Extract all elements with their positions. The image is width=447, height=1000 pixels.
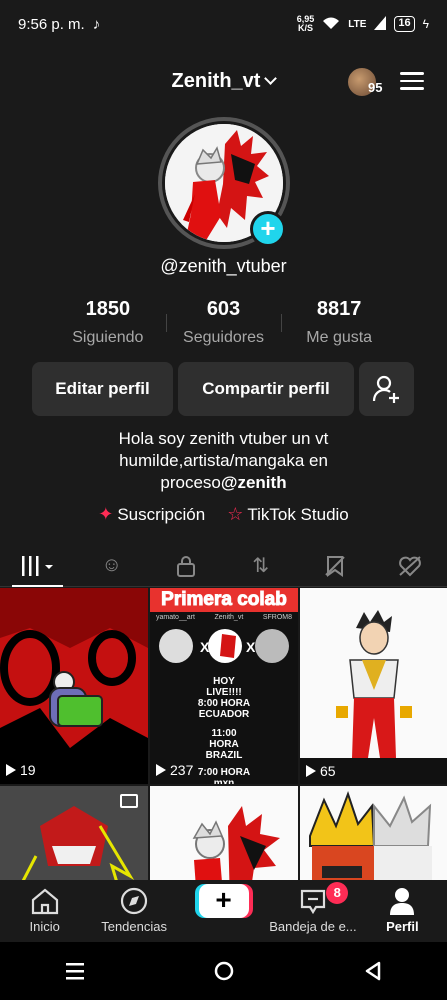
stat-value: 8817 [316,298,362,320]
video-thumbnail[interactable] [300,786,447,880]
profile-stats: 1850 Siguiendo 603 Seguidores 8817 Me gu… [50,298,397,347]
content-tabs: ☺ ⇅ [0,545,447,587]
collab-name: SFROM8 [262,614,292,621]
view-count: 237 [156,762,193,778]
tab-saved[interactable] [298,545,373,586]
tab-videos[interactable] [0,545,75,587]
nav-label: Inicio [29,919,60,934]
status-bar: 9:56 p. m. ♪ 6,95 K/S LTE 16 ϟ [0,0,447,48]
story-count: 95 [368,80,383,95]
stat-label: Seguidores [183,329,264,346]
edit-profile-button[interactable]: Editar perfil [32,362,173,416]
photo-icon [120,794,138,808]
stat-label: Me gusta [306,329,373,346]
video-grid: 19 Primera colab yamato__art Zenith_vt S… [0,588,447,880]
stat-followers[interactable]: 603 Seguidores [165,298,282,347]
nav-inbox[interactable]: 8 Bandeja de e... [268,880,357,942]
nav-label: Perfil [386,919,419,934]
compass-icon [121,887,148,915]
profile-bio: Hola soy zenith vtuber un vt humilde,art… [60,428,387,494]
stat-label: Siguiendo [72,329,144,346]
tiktok-studio-link[interactable]: ☆ TikTok Studio [227,504,349,525]
stat-value: 603 [206,298,241,320]
heart-icon [398,555,421,576]
network-speed: 6,95 K/S [296,14,315,33]
add-user-icon [372,375,399,403]
bio-mention-link[interactable]: @zenith [221,473,287,492]
video-thumbnail[interactable]: Primera colab yamato__art Zenith_vt SFRO… [150,588,298,784]
home-icon [31,888,58,915]
home-button-icon[interactable] [213,960,235,982]
video-title: Primera colab [150,588,298,612]
recents-icon[interactable] [64,961,86,981]
person-icon [390,888,415,915]
bio-line: humilde,artista/mangaka en [119,451,328,470]
tab-private[interactable] [149,545,224,586]
add-friend-button[interactable] [359,362,414,416]
stat-value: 1850 [85,298,131,320]
chevron-down-icon [264,72,278,85]
play-icon [6,764,16,776]
stat-following[interactable]: 1850 Siguiendo [50,298,166,347]
charging-icon: ϟ [422,17,429,31]
create-button[interactable]: + [198,884,249,918]
collab-name: Zenith_vt [214,614,244,621]
clock: 9:56 p. m. [18,15,85,33]
view-count: 65 [300,758,447,784]
username-label: Zenith_vt [171,70,261,92]
lte-indicator: LTE [348,18,367,30]
nav-home[interactable]: Inicio [0,880,89,942]
video-thumbnail[interactable] [150,786,298,880]
share-profile-button[interactable]: Compartir perfil [178,362,354,416]
play-icon [156,764,166,776]
nav-discover[interactable]: Tendencias [89,880,178,942]
nav-create[interactable]: + [179,880,268,942]
lock-icon [177,555,196,577]
profile-handle: @zenith_vtuber [160,256,287,276]
back-icon[interactable] [363,960,383,982]
profile-header: Zenith_vt 95 [0,60,447,104]
nav-profile[interactable]: Perfil [358,880,447,942]
bio-line: Hola soy zenith vtuber un vt [118,429,329,448]
wifi-icon [322,16,340,33]
stat-likes[interactable]: 8817 Me gusta [281,298,397,347]
tab-liked[interactable] [373,545,447,586]
bottom-navigation: Inicio Tendencias + 8 Bandeja de e... Pe… [0,880,447,942]
svg-text:X: X [246,639,256,655]
tab-reposts[interactable]: ⇅ [224,545,299,586]
battery-indicator: 16 [394,16,415,32]
nav-label: Bandeja de e... [269,919,357,934]
photo-thumbnail[interactable] [0,786,148,880]
video-thumbnail[interactable]: 19 [0,588,148,784]
tiktok-notification-icon: ♪ [92,15,101,33]
view-count: 19 [6,762,36,778]
sticker-icon: ☺ [101,554,122,576]
bookmark-icon [325,555,345,577]
inbox-icon [300,889,326,915]
nav-label: Tendencias [101,919,167,934]
subscription-icon: ✦ [98,504,114,524]
studio-icon: ☆ [227,504,244,524]
play-icon [306,765,316,777]
video-thumbnail[interactable]: 65 [300,588,447,784]
studio-label: TikTok Studio [247,505,349,524]
repost-icon: ⇅ [252,555,270,577]
subscription-link[interactable]: ✦ Suscripción [98,504,205,525]
grid-icon [22,555,54,576]
profile-links: ✦ Suscripción ☆ TikTok Studio [0,504,447,525]
add-story-icon[interactable]: + [250,211,286,247]
collab-name: yamato__art [156,614,195,621]
system-navigation [0,942,447,1000]
inbox-badge: 8 [326,882,349,904]
subscription-label: Suscripción [117,505,206,524]
tab-stickers[interactable]: ☺ [75,545,150,586]
signal-icon [374,15,387,33]
bio-line: proceso [160,473,221,492]
menu-icon[interactable] [400,72,424,90]
